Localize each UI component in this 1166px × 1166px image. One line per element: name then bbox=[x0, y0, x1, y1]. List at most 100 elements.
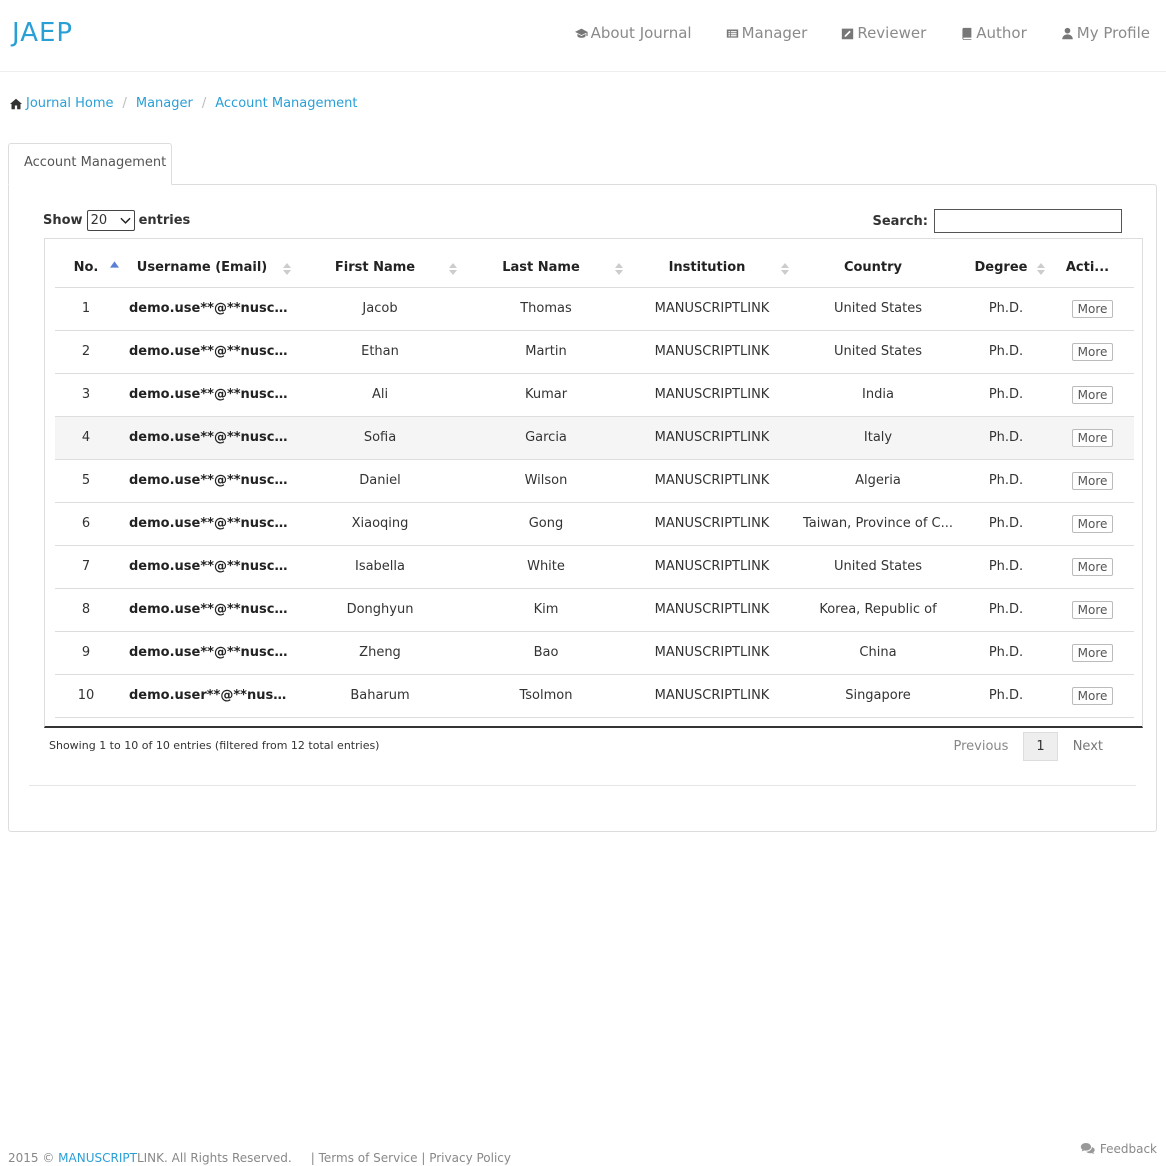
nav-author[interactable]: Author bbox=[960, 24, 1027, 42]
cell-last-name: Wilson bbox=[463, 459, 629, 503]
pagination: Previous 1 Next bbox=[938, 732, 1118, 761]
cell-username: demo.use**@**nuscrip... bbox=[117, 545, 297, 589]
nav-manager[interactable]: Manager bbox=[726, 24, 808, 42]
cell-username: demo.use**@**nuscrip... bbox=[117, 416, 297, 460]
search-control: Search: bbox=[872, 209, 1122, 233]
table-info-text: Showing 1 to 10 of 10 entries (filtered … bbox=[49, 739, 380, 752]
nav-about-journal[interactable]: About Journal bbox=[574, 24, 692, 42]
column-header-label: Institution bbox=[668, 260, 746, 276]
breadcrumb-account-management[interactable]: Account Management bbox=[215, 96, 357, 111]
nav-author-label: Author bbox=[976, 24, 1027, 42]
pagination-page-button[interactable]: 1 bbox=[1023, 732, 1058, 761]
cell-action: More bbox=[1051, 373, 1134, 417]
nav-manager-label: Manager bbox=[741, 24, 808, 42]
column-header-first-name[interactable]: First Name bbox=[297, 249, 463, 288]
nav-reviewer-label: Reviewer bbox=[857, 24, 927, 42]
cell-country: Singapore bbox=[795, 674, 961, 718]
more-button[interactable]: More bbox=[1071, 385, 1114, 404]
cell-action: More bbox=[1051, 416, 1134, 460]
table-row: 2 demo.use**@**nuscrip... Ethan Martin M… bbox=[55, 330, 1134, 374]
cell-first-name: Ali bbox=[297, 373, 463, 417]
more-button[interactable]: More bbox=[1071, 471, 1114, 490]
cell-degree: Ph.D. bbox=[961, 588, 1051, 632]
column-header-label: First Name bbox=[334, 260, 416, 276]
list-box-icon bbox=[726, 28, 738, 38]
cell-institution: MANUSCRIPTLINK bbox=[629, 502, 795, 546]
cell-first-name: Sofia bbox=[297, 416, 463, 460]
column-header-last-name[interactable]: Last Name bbox=[463, 249, 629, 288]
column-header-label: No. bbox=[73, 260, 99, 276]
cell-institution: MANUSCRIPTLINK bbox=[629, 459, 795, 503]
more-button[interactable]: More bbox=[1071, 299, 1114, 318]
cell-no: 3 bbox=[55, 373, 117, 417]
cell-no: 4 bbox=[55, 416, 117, 460]
table-body: 1 demo.use**@**nuscrip... Jacob Thomas M… bbox=[55, 287, 1134, 718]
top-navbar: JAEP About Journal Manager Reviewer Auth… bbox=[0, 0, 1166, 72]
cell-country: Taiwan, Province of C... bbox=[795, 502, 961, 546]
cell-last-name: Kumar bbox=[463, 373, 629, 417]
cell-first-name: Ethan bbox=[297, 330, 463, 374]
cell-degree: Ph.D. bbox=[961, 502, 1051, 546]
cell-last-name: Garcia bbox=[463, 416, 629, 460]
entries-select[interactable]: 20 bbox=[86, 210, 135, 231]
cell-last-name: Martin bbox=[463, 330, 629, 374]
more-button[interactable]: More bbox=[1071, 514, 1114, 533]
cell-first-name: Isabella bbox=[297, 545, 463, 589]
cell-first-name: Zheng bbox=[297, 631, 463, 675]
cell-no: 1 bbox=[55, 287, 117, 331]
cell-institution: MANUSCRIPTLINK bbox=[629, 287, 795, 331]
cell-last-name: White bbox=[463, 545, 629, 589]
footer-terms-link[interactable]: Terms of Service bbox=[319, 1151, 418, 1165]
nav-my-profile[interactable]: My Profile bbox=[1061, 24, 1150, 42]
footer-separator: | bbox=[421, 1151, 426, 1165]
sort-both-icon bbox=[615, 263, 623, 275]
cell-institution: MANUSCRIPTLINK bbox=[629, 416, 795, 460]
cell-action: More bbox=[1051, 287, 1134, 331]
more-button[interactable]: More bbox=[1071, 643, 1114, 662]
cell-country: United States bbox=[795, 330, 961, 374]
cell-first-name: Baharum bbox=[297, 674, 463, 718]
column-header-no[interactable]: No. bbox=[55, 249, 119, 288]
footer-privacy-link[interactable]: Privacy Policy bbox=[429, 1151, 511, 1165]
pagination-previous-button[interactable]: Previous bbox=[938, 733, 1023, 760]
pagination-next-button[interactable]: Next bbox=[1058, 733, 1118, 760]
sort-both-icon bbox=[781, 263, 789, 275]
cell-no: 8 bbox=[55, 588, 117, 632]
footer-brand-part-a: MANUSCRIPT bbox=[58, 1151, 137, 1165]
search-input[interactable] bbox=[934, 209, 1122, 233]
cell-first-name: Jacob bbox=[297, 287, 463, 331]
nav-about-journal-label: About Journal bbox=[590, 24, 692, 42]
more-button[interactable]: More bbox=[1071, 557, 1114, 576]
table-row: 4 demo.use**@**nuscrip... Sofia Garcia M… bbox=[55, 416, 1134, 460]
more-button[interactable]: More bbox=[1071, 428, 1114, 447]
cell-username: demo.use**@**nuscrip... bbox=[117, 373, 297, 417]
more-button[interactable]: More bbox=[1071, 600, 1114, 619]
brand-logo[interactable]: JAEP bbox=[12, 18, 73, 48]
breadcrumb-journal-home[interactable]: Journal Home bbox=[26, 96, 113, 111]
more-button[interactable]: More bbox=[1071, 342, 1114, 361]
nav-my-profile-label: My Profile bbox=[1076, 24, 1150, 42]
cell-last-name: Thomas bbox=[463, 287, 629, 331]
breadcrumb-manager[interactable]: Manager bbox=[136, 96, 193, 111]
entries-label: entries bbox=[138, 213, 191, 228]
sort-both-icon bbox=[1037, 263, 1045, 275]
tab-account-management[interactable]: Account Management bbox=[8, 143, 172, 185]
column-header-institution[interactable]: Institution bbox=[629, 249, 795, 288]
column-header-country[interactable]: Country bbox=[795, 249, 961, 288]
footer-rights: . All Rights Reserved. bbox=[164, 1151, 292, 1165]
column-header-username[interactable]: Username (Email) bbox=[117, 249, 297, 288]
cell-no: 6 bbox=[55, 502, 117, 546]
feedback-label: Feedback bbox=[1099, 1142, 1157, 1156]
cell-degree: Ph.D. bbox=[961, 373, 1051, 417]
footer-brand-link[interactable]: MANUSCRIPTLINK bbox=[58, 1151, 164, 1165]
chevron-down-icon bbox=[119, 217, 131, 224]
cell-last-name: Bao bbox=[463, 631, 629, 675]
cell-action: More bbox=[1051, 631, 1134, 675]
column-header-degree[interactable]: Degree bbox=[961, 249, 1051, 288]
footer-separator: | bbox=[310, 1151, 315, 1165]
panel-divider bbox=[29, 785, 1136, 786]
more-button[interactable]: More bbox=[1071, 686, 1114, 705]
cell-action: More bbox=[1051, 330, 1134, 374]
feedback-button[interactable]: Feedback bbox=[1080, 1142, 1157, 1156]
nav-reviewer[interactable]: Reviewer bbox=[841, 24, 926, 42]
